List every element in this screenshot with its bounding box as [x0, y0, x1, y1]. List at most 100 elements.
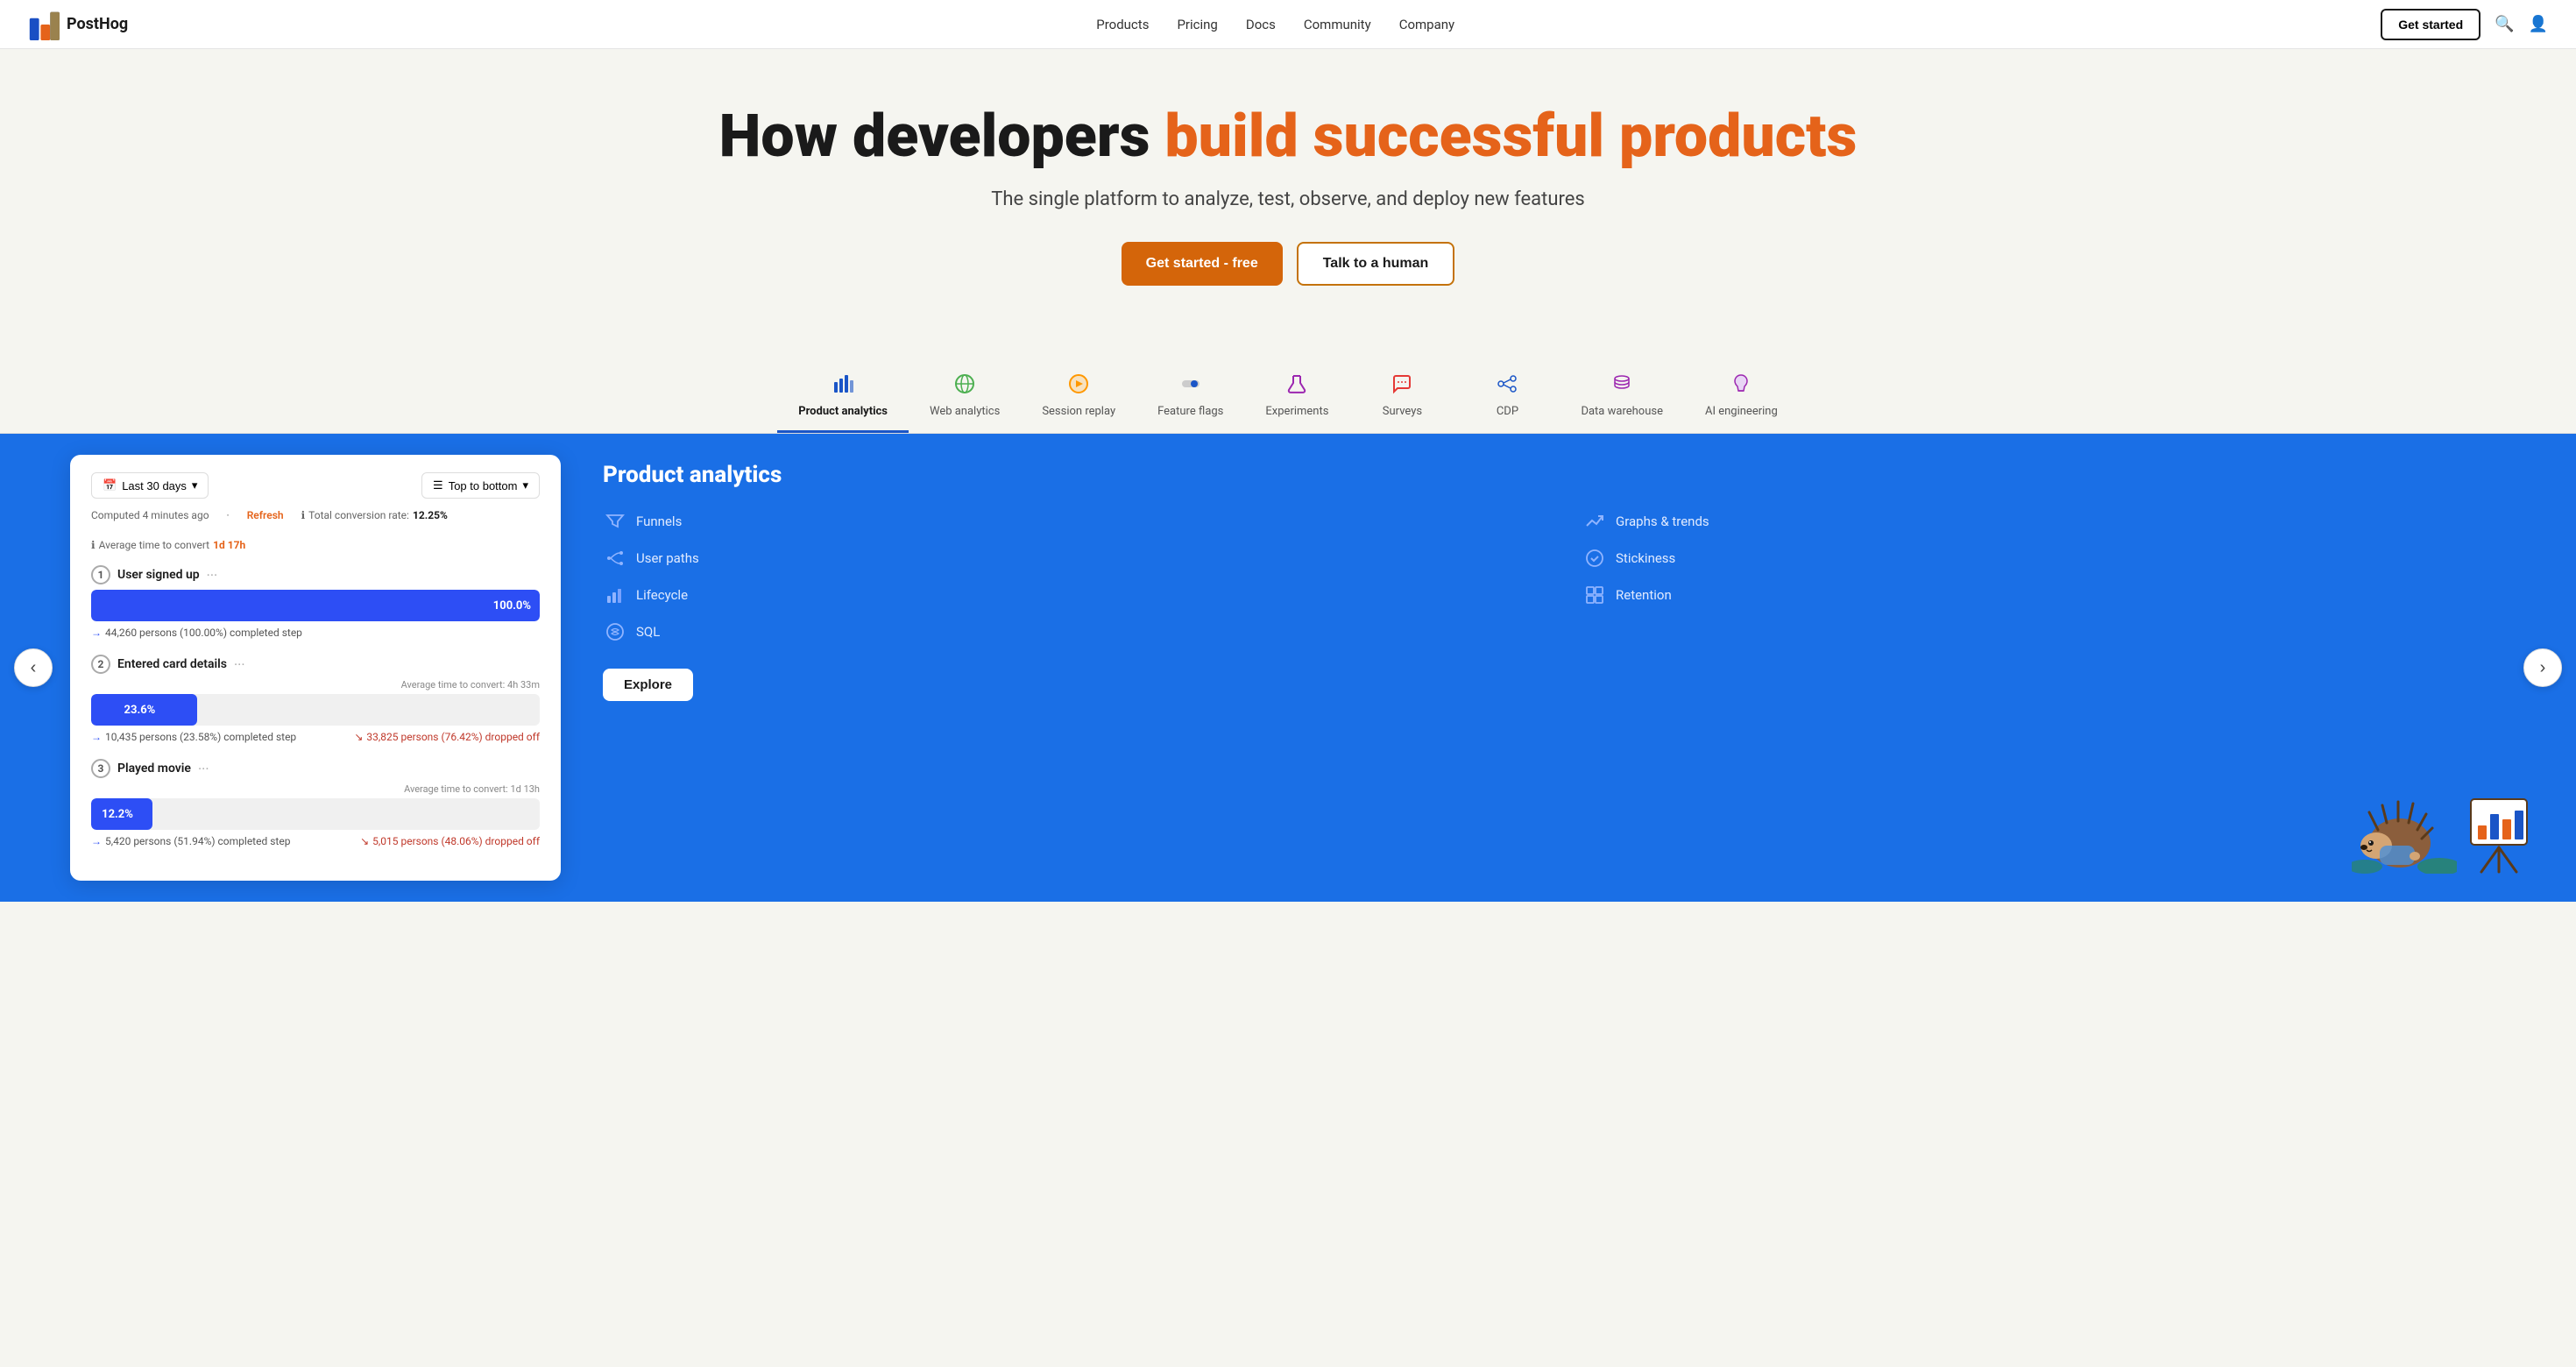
- cdp-icon: [1497, 373, 1518, 400]
- avg-time-stat: ℹ Average time to convert 1d 17h: [91, 539, 245, 551]
- info-icon-conversion: ℹ: [301, 509, 306, 521]
- user-paths-icon: [603, 546, 627, 570]
- experiments-icon: [1286, 373, 1307, 400]
- next-arrow[interactable]: ›: [2523, 648, 2562, 687]
- tab-cdp[interactable]: CDP: [1454, 363, 1560, 433]
- talk-to-human-button[interactable]: Talk to a human: [1297, 242, 1455, 286]
- drop-arrow-icon: ↘: [354, 731, 363, 743]
- main-content: ‹ 📅 Last 30 days ▾ ☰ Top to bottom ▾ Com…: [0, 434, 2576, 902]
- tab-surveys[interactable]: Surveys: [1349, 363, 1454, 433]
- date-range-label: Last 30 days: [122, 479, 187, 492]
- step-name-1: User signed up: [117, 568, 200, 582]
- funnel-header: 📅 Last 30 days ▾ ☰ Top to bottom ▾: [91, 472, 540, 499]
- logo-text: PostHog: [67, 15, 128, 33]
- step-3-avg-time: Average time to convert: 1d 13h: [91, 783, 540, 795]
- tab-data-warehouse[interactable]: Data warehouse: [1560, 363, 1684, 433]
- funnel-bar-label-1: 100.0%: [493, 599, 531, 613]
- nav-company[interactable]: Company: [1399, 17, 1454, 32]
- tab-experiments-label: Experiments: [1265, 405, 1328, 418]
- prev-arrow[interactable]: ‹: [14, 648, 53, 687]
- web-analytics-icon: [954, 373, 975, 400]
- hero-title: How developers build successful products: [28, 105, 2548, 167]
- lifecycle-label: Lifecycle: [636, 587, 688, 603]
- step-num-3: 3: [91, 759, 110, 778]
- feature-lifecycle[interactable]: Lifecycle: [603, 583, 1554, 607]
- hedgehog-area: [2352, 786, 2534, 874]
- tab-ai-engineering[interactable]: AI engineering: [1684, 363, 1799, 433]
- retention-icon: [1582, 583, 1607, 607]
- ai-engineering-icon: [1730, 373, 1752, 400]
- order-chevron-icon: ▾: [522, 478, 528, 492]
- tab-web-analytics-label: Web analytics: [930, 405, 1000, 418]
- step-2-avg-time: Average time to convert: 4h 33m: [91, 679, 540, 691]
- nav-products[interactable]: Products: [1096, 17, 1149, 32]
- tab-feature-flags[interactable]: Feature flags: [1136, 363, 1244, 433]
- stickiness-label: Stickiness: [1616, 550, 1675, 566]
- logo-icon: [28, 9, 60, 40]
- product-tabs: Product analytics Web analytics Session …: [0, 363, 2576, 434]
- navigation: PostHog Products Pricing Docs Community …: [0, 0, 2576, 49]
- nav-community[interactable]: Community: [1304, 17, 1371, 32]
- tab-product-analytics-label: Product analytics: [798, 405, 888, 418]
- funnel-bar-2: 23.6%: [91, 694, 540, 726]
- hero-section: How developers build successful products…: [0, 49, 2576, 363]
- tab-experiments[interactable]: Experiments: [1244, 363, 1349, 433]
- feature-funnels[interactable]: Funnels: [603, 509, 1554, 534]
- step-2-completed: → 10,435 persons (23.58%) completed step: [91, 731, 296, 743]
- nav-get-started-button[interactable]: Get started: [2381, 9, 2480, 40]
- conversion-rate-stat: ℹ Total conversion rate: 12.25%: [301, 509, 448, 521]
- nav-docs[interactable]: Docs: [1246, 17, 1276, 32]
- data-warehouse-icon: [1611, 373, 1632, 400]
- feature-graphs-trends[interactable]: Graphs & trends: [1582, 509, 2534, 534]
- tab-ai-engineering-label: AI engineering: [1705, 405, 1778, 418]
- order-icon: ☰: [433, 478, 443, 492]
- refresh-button[interactable]: Refresh: [247, 509, 284, 521]
- calendar-icon: 📅: [103, 478, 117, 492]
- arrow-icon: →: [91, 627, 102, 639]
- hero-subtitle: The single platform to analyze, test, ob…: [28, 188, 2548, 210]
- funnel-panel: 📅 Last 30 days ▾ ☰ Top to bottom ▾ Compu…: [70, 455, 561, 881]
- order-label: Top to bottom: [449, 479, 518, 492]
- step-menu-2[interactable]: ···: [234, 656, 245, 673]
- feature-sql[interactable]: SQL: [603, 620, 1554, 644]
- step-name-2: Entered card details: [117, 657, 227, 671]
- search-icon[interactable]: 🔍: [2495, 15, 2514, 33]
- funnel-bar-3: 12.2%: [91, 798, 540, 830]
- step-1-completed: → 44,260 persons (100.00%) completed ste…: [91, 627, 302, 639]
- date-range-button[interactable]: 📅 Last 30 days ▾: [91, 472, 209, 499]
- info-icon-avgtime: ℹ: [91, 539, 96, 551]
- surveys-icon: [1391, 373, 1412, 400]
- illustration: [603, 772, 2534, 874]
- nav-pricing[interactable]: Pricing: [1177, 17, 1217, 32]
- funnel-bar-label-3: 12.2%: [102, 808, 133, 821]
- user-icon[interactable]: 👤: [2529, 15, 2548, 33]
- sql-icon: [603, 620, 627, 644]
- arrow-icon-3: →: [91, 835, 102, 847]
- feature-stickiness[interactable]: Stickiness: [1582, 546, 2534, 570]
- tab-session-replay-label: Session replay: [1042, 405, 1115, 418]
- logo[interactable]: PostHog: [28, 9, 128, 40]
- tab-product-analytics[interactable]: Product analytics: [777, 363, 909, 433]
- step-menu-3[interactable]: ···: [198, 761, 209, 777]
- step-num-1: 1: [91, 565, 110, 584]
- order-button[interactable]: ☰ Top to bottom ▾: [421, 472, 540, 499]
- funnel-step-3: 3 Played movie ··· Average time to conve…: [91, 759, 540, 847]
- get-started-free-button[interactable]: Get started - free: [1122, 242, 1283, 286]
- nav-links: Products Pricing Docs Community Company: [170, 17, 2381, 32]
- lifecycle-icon: [603, 583, 627, 607]
- session-replay-icon: [1068, 373, 1089, 400]
- stickiness-icon: [1582, 546, 1607, 570]
- explore-button[interactable]: Explore: [603, 669, 693, 701]
- tab-web-analytics[interactable]: Web analytics: [909, 363, 1021, 433]
- drop-arrow-icon-3: ↘: [360, 835, 369, 847]
- tab-feature-flags-label: Feature flags: [1157, 405, 1223, 418]
- funnel-bar-fill-2: 23.6%: [91, 694, 197, 726]
- tab-session-replay[interactable]: Session replay: [1021, 363, 1136, 433]
- feature-retention[interactable]: Retention: [1582, 583, 2534, 607]
- step-menu-1[interactable]: ···: [207, 567, 218, 584]
- step-2-dropped: ↘ 33,825 persons (76.42%) dropped off: [354, 731, 540, 743]
- funnel-bar-fill-3: 12.2%: [91, 798, 152, 830]
- feature-user-paths[interactable]: User paths: [603, 546, 1554, 570]
- funnel-step-2: 2 Entered card details ··· Average time …: [91, 655, 540, 743]
- hero-title-black: How developers: [719, 101, 1165, 171]
